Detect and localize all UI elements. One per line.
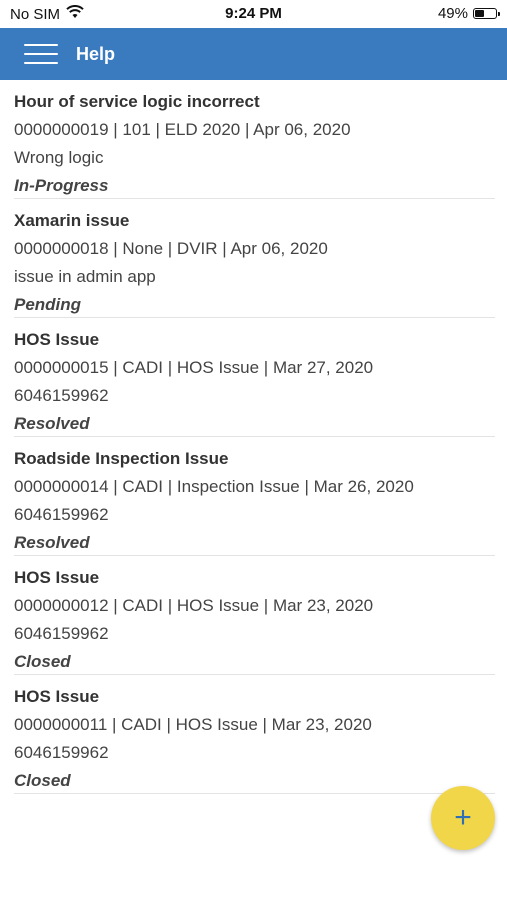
ticket-title: HOS Issue (14, 330, 100, 349)
ticket-status: Resolved (14, 414, 90, 433)
ticket-title: HOS Issue (14, 568, 100, 587)
ticket-status: Pending (14, 295, 82, 314)
list-item[interactable]: Xamarin issue 0000000018 | None | DVIR |… (14, 199, 495, 318)
list-item[interactable]: Roadside Inspection Issue 0000000014 | C… (14, 437, 495, 556)
add-ticket-button[interactable]: + (431, 786, 495, 850)
ticket-meta: 0000000011 | CADI | HOS Issue | Mar 23, … (14, 715, 372, 734)
ticket-title: Roadside Inspection Issue (14, 449, 229, 468)
ticket-list: Hour of service logic incorrect 00000000… (0, 80, 507, 794)
battery-level (475, 10, 484, 17)
ticket-meta: 0000000014 | CADI | Inspection Issue | M… (14, 477, 414, 496)
ticket-title: Xamarin issue (14, 211, 130, 230)
hamburger-menu-icon[interactable] (24, 42, 58, 66)
ticket-title: Hour of service logic incorrect (14, 92, 260, 111)
plus-icon: + (454, 801, 472, 834)
battery-percent: 49% (437, 5, 468, 22)
app-bar: Help (0, 28, 507, 80)
ticket-description: Wrong logic (14, 148, 104, 167)
status-right: 49% (437, 5, 500, 22)
ticket-description: 6046159962 (14, 386, 109, 405)
ticket-meta: 0000000012 | CADI | HOS Issue | Mar 23, … (14, 596, 374, 615)
ticket-description: 6046159962 (14, 743, 109, 762)
ticket-description: 6046159962 (14, 624, 109, 643)
battery-icon (473, 8, 500, 19)
list-item[interactable]: Hour of service logic incorrect 00000000… (14, 80, 495, 199)
status-time: 9:24 PM (225, 5, 282, 22)
list-item[interactable]: HOS Issue 0000000011 | CADI | HOS Issue … (14, 675, 495, 794)
ticket-title: HOS Issue (14, 687, 100, 706)
ticket-status: Closed (14, 652, 71, 671)
ticket-description: 6046159962 (14, 505, 109, 524)
status-bar: No SIM 9:24 PM 49% (0, 0, 507, 28)
ticket-meta: 0000000018 | None | DVIR | Apr 06, 2020 (14, 239, 328, 258)
list-item[interactable]: HOS Issue 0000000012 | CADI | HOS Issue … (14, 556, 495, 675)
ticket-status: Resolved (14, 533, 90, 552)
page-title: Help (76, 43, 116, 64)
ticket-status: Closed (14, 771, 71, 790)
ticket-meta: 0000000019 | 101 | ELD 2020 | Apr 06, 20… (14, 120, 351, 139)
ticket-meta: 0000000015 | CADI | HOS Issue | Mar 27, … (14, 358, 374, 377)
ticket-description: issue in admin app (14, 267, 156, 286)
list-item[interactable]: HOS Issue 0000000015 | CADI | HOS Issue … (14, 318, 495, 437)
ticket-status: In-Progress (14, 176, 109, 195)
